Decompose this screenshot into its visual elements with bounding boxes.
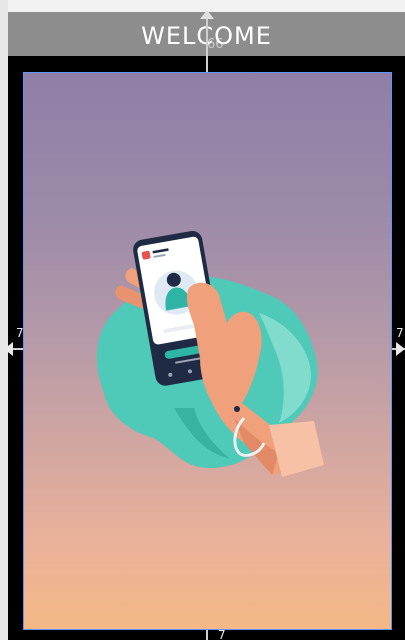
left-constraint-value: 7 <box>16 326 24 340</box>
top-constraint-value: 66 <box>207 37 224 52</box>
arrow-left-icon[interactable] <box>4 342 13 356</box>
bottom-constraint-value: 7 <box>218 628 226 640</box>
arrow-up-icon[interactable] <box>200 10 214 19</box>
top-constraint-line <box>206 16 208 72</box>
hand-phone-illustration <box>96 230 324 477</box>
right-constraint-value: 7 <box>396 326 404 340</box>
phone-logo <box>141 250 151 260</box>
arrow-right-icon[interactable] <box>396 342 405 356</box>
bracelet-bead <box>234 406 240 412</box>
bottom-constraint-line <box>206 630 208 640</box>
editor-canvas: WELCOME 66 7 7 7 <box>0 0 405 640</box>
welcome-image[interactable] <box>23 72 392 630</box>
canvas-edge <box>0 0 8 640</box>
